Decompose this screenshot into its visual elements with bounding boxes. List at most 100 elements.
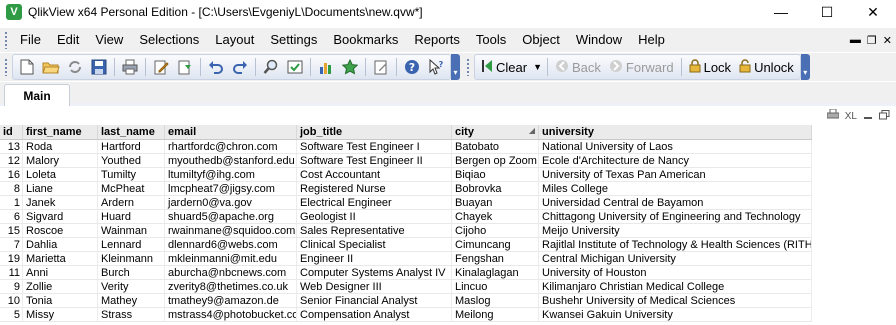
cell-id[interactable]: 7: [0, 238, 23, 251]
minimize-button[interactable]: —: [758, 0, 804, 24]
cell-id[interactable]: 12: [0, 154, 23, 167]
cell-last-name[interactable]: Hartford: [98, 140, 165, 153]
unlock-button[interactable]: Unlock: [735, 56, 798, 78]
column-header-city[interactable]: city ◢: [452, 125, 539, 139]
cell-university[interactable]: Miles College: [539, 182, 812, 195]
cell-last-name[interactable]: Huard: [98, 210, 165, 223]
reload-icon[interactable]: [65, 57, 85, 77]
cell-email[interactable]: dlennard6@webs.com: [165, 238, 297, 251]
cell-last-name[interactable]: Kleinmann: [98, 252, 165, 265]
cell-email[interactable]: shuard5@apache.org: [165, 210, 297, 223]
cell-id[interactable]: 9: [0, 280, 23, 293]
cell-last-name[interactable]: Tumilty: [98, 168, 165, 181]
cell-id[interactable]: 16: [0, 168, 23, 181]
navigation-toolbar-grip-icon[interactable]: [466, 58, 470, 76]
back-button[interactable]: Back: [551, 56, 605, 78]
cell-id[interactable]: 8: [0, 182, 23, 195]
tab-main[interactable]: Main: [4, 84, 70, 107]
edit-script-icon[interactable]: [151, 57, 171, 77]
cell-job-title[interactable]: Geologist II: [297, 210, 452, 223]
cell-job-title[interactable]: Electrical Engineer: [297, 196, 452, 209]
menu-window[interactable]: Window: [568, 28, 630, 52]
cell-university[interactable]: Bushehr University of Medical Sciences: [539, 294, 812, 307]
cell-university[interactable]: Universidad Central de Bayamon: [539, 196, 812, 209]
menu-file[interactable]: File: [12, 28, 49, 52]
cell-job-title[interactable]: Software Test Engineer II: [297, 154, 452, 167]
table-row[interactable]: 16 Loleta Tumilty ltumiltyf@ihg.com Cost Acc…: [0, 168, 812, 182]
cell-first-name[interactable]: Zollie: [23, 280, 98, 293]
table-row[interactable]: 13 Roda Hartford rhartfordc@chron.com Softwa…: [0, 140, 812, 154]
cell-city[interactable]: Maslog: [452, 294, 539, 307]
forward-button[interactable]: Forward: [605, 56, 678, 78]
cell-first-name[interactable]: Sigvard: [23, 210, 98, 223]
help-icon[interactable]: ?: [402, 57, 422, 77]
cell-id[interactable]: 13: [0, 140, 23, 153]
cell-city[interactable]: Lincuo: [452, 280, 539, 293]
cell-city[interactable]: Fengshan: [452, 252, 539, 265]
cell-job-title[interactable]: Web Designer III: [297, 280, 452, 293]
cell-job-title[interactable]: Sales Representative: [297, 224, 452, 237]
cell-last-name[interactable]: McPheat: [98, 182, 165, 195]
cell-university[interactable]: University of Houston: [539, 266, 812, 279]
open-folder-icon[interactable]: [41, 57, 61, 77]
cell-university[interactable]: Rajitlal Institute of Technology & Healt…: [539, 238, 812, 251]
menu-selections[interactable]: Selections: [131, 28, 207, 52]
cell-job-title[interactable]: Engineer II: [297, 252, 452, 265]
cell-job-title[interactable]: Cost Accountant: [297, 168, 452, 181]
table-row[interactable]: 19 Marietta Kleinmann mkleinmanni@mit.edu En…: [0, 252, 812, 266]
current-selections-icon[interactable]: [285, 57, 305, 77]
maximize-button[interactable]: ☐: [804, 0, 850, 24]
menu-layout[interactable]: Layout: [207, 28, 262, 52]
cell-last-name[interactable]: Lennard: [98, 238, 165, 251]
print-object-icon[interactable]: [826, 108, 840, 123]
cell-last-name[interactable]: Ardern: [98, 196, 165, 209]
document-close-button[interactable]: ✕: [883, 34, 892, 47]
cell-job-title[interactable]: Clinical Specialist: [297, 238, 452, 251]
cell-university[interactable]: Kilimanjaro Christian Medical College: [539, 280, 812, 293]
menu-help[interactable]: Help: [630, 28, 673, 52]
table-row[interactable]: 15 Roscoe Wainman rwainmane@squidoo.com Sale…: [0, 224, 812, 238]
cell-first-name[interactable]: Dahlia: [23, 238, 98, 251]
cell-university[interactable]: Meijo University: [539, 224, 812, 237]
cell-university[interactable]: National University of Laos: [539, 140, 812, 153]
cell-first-name[interactable]: Missy: [23, 308, 98, 321]
cell-email[interactable]: lmcpheat7@jigsy.com: [165, 182, 297, 195]
column-header-last-name[interactable]: last_name: [98, 125, 165, 139]
cell-email[interactable]: aburcha@nbcnews.com: [165, 266, 297, 279]
reload-data-icon[interactable]: [175, 57, 195, 77]
undo-icon[interactable]: [206, 57, 226, 77]
cell-city[interactable]: Meilong: [452, 308, 539, 321]
table-row[interactable]: 5 Missy Strass mstrass4@photobucket.com Comp…: [0, 308, 812, 322]
cell-city[interactable]: Batobato: [452, 140, 539, 153]
cell-university[interactable]: Kwansei Gakuin University: [539, 308, 812, 321]
chart-wizard-icon[interactable]: [316, 57, 336, 77]
column-header-id[interactable]: id: [0, 125, 23, 139]
menu-bookmarks[interactable]: Bookmarks: [325, 28, 406, 52]
restore-object-icon[interactable]: [879, 109, 890, 123]
navigation-toolbar-options-chevron-icon[interactable]: ▾: [800, 54, 810, 80]
cell-city[interactable]: Chayek: [452, 210, 539, 223]
cell-last-name[interactable]: Verity: [98, 280, 165, 293]
cell-first-name[interactable]: Marietta: [23, 252, 98, 265]
cell-last-name[interactable]: Mathey: [98, 294, 165, 307]
cell-city[interactable]: Cimuncang: [452, 238, 539, 251]
document-minimize-button[interactable]: ▬: [850, 34, 861, 46]
redo-icon[interactable]: [230, 57, 250, 77]
cell-first-name[interactable]: Janek: [23, 196, 98, 209]
cell-job-title[interactable]: Computer Systems Analyst IV: [297, 266, 452, 279]
cell-first-name[interactable]: Tonia: [23, 294, 98, 307]
cell-city[interactable]: Buayan: [452, 196, 539, 209]
cell-email[interactable]: mkleinmanni@mit.edu: [165, 252, 297, 265]
cell-last-name[interactable]: Youthed: [98, 154, 165, 167]
minimize-object-icon[interactable]: [863, 110, 873, 123]
context-help-icon[interactable]: ?: [426, 57, 446, 77]
cell-last-name[interactable]: Burch: [98, 266, 165, 279]
send-to-excel-icon[interactable]: XL: [845, 111, 857, 122]
cell-id[interactable]: 1: [0, 196, 23, 209]
document-restore-button[interactable]: ❐: [867, 34, 877, 47]
cell-university[interactable]: Ecole d'Architecture de Nancy: [539, 154, 812, 167]
menu-object[interactable]: Object: [514, 28, 568, 52]
menu-reports[interactable]: Reports: [406, 28, 468, 52]
cell-university[interactable]: University of Texas Pan American: [539, 168, 812, 181]
properties-icon[interactable]: [371, 57, 391, 77]
